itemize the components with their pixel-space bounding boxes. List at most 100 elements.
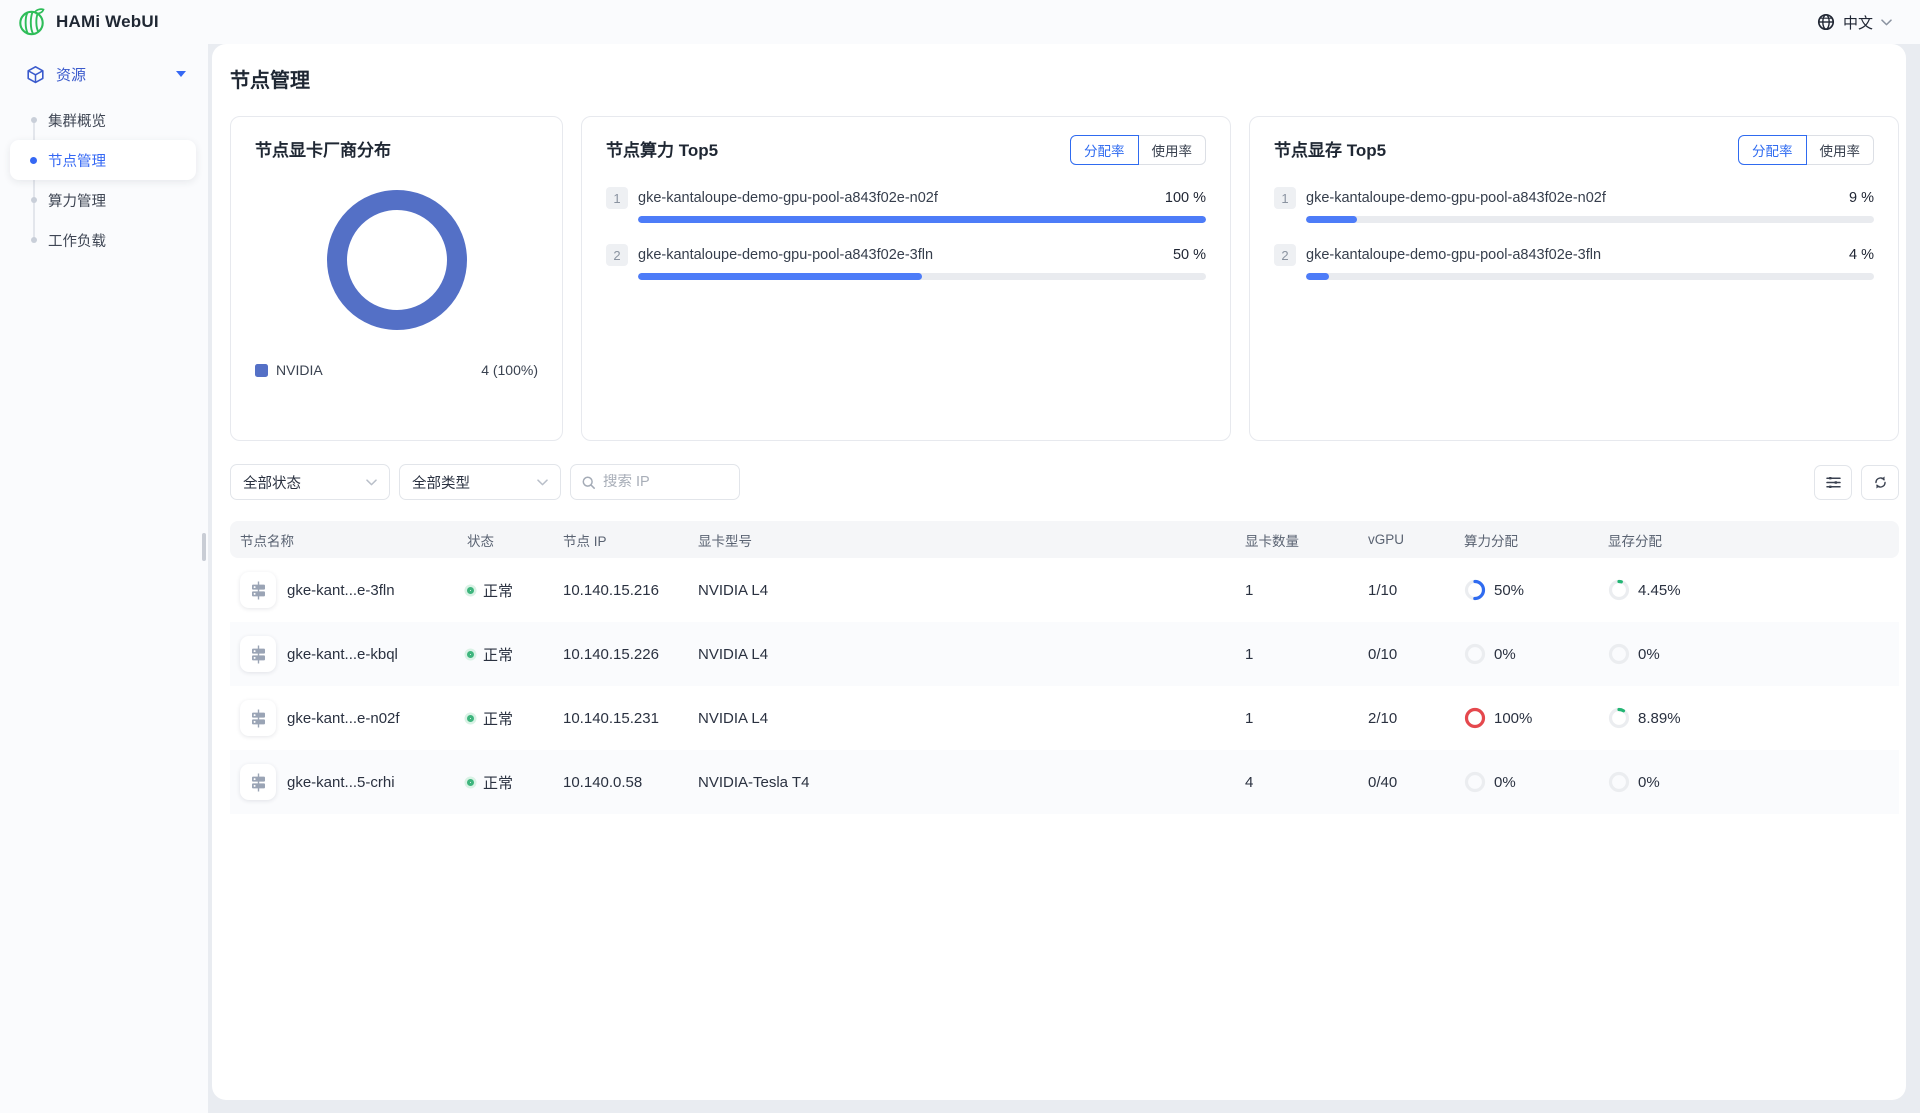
- column-header-1: 状态: [451, 521, 547, 558]
- vgpu-cell: 1/10: [1352, 558, 1448, 622]
- memory-alloc-value: 8.89%: [1638, 710, 1681, 727]
- sidebar-item-1[interactable]: 节点管理: [10, 140, 196, 180]
- rank-badge: 2: [1274, 244, 1296, 266]
- node-icon-box: [240, 636, 276, 672]
- compute-alloc-value: 0%: [1494, 646, 1516, 663]
- tree-dot-icon: [31, 237, 37, 243]
- sidebar-item-label: 节点管理: [48, 150, 106, 171]
- compute-top5-list: 1gke-kantaloupe-demo-gpu-pool-a843f02e-n…: [606, 187, 1206, 280]
- chevron-down-icon: [1881, 19, 1892, 26]
- top-bar: HAMi WebUI 中文: [0, 0, 1920, 44]
- ring-gauge-icon: [1608, 771, 1630, 793]
- ip-search-input[interactable]: [603, 474, 729, 490]
- refresh-button[interactable]: [1861, 465, 1899, 500]
- node-name-cell[interactable]: gke-kant...e-n02f: [287, 710, 400, 727]
- top5-row: 1gke-kantaloupe-demo-gpu-pool-a843f02e-n…: [606, 187, 1206, 223]
- sidebar-menu: 集群概览节点管理算力管理工作负载: [0, 100, 208, 260]
- status-label: 正常: [483, 708, 513, 729]
- node-table: 节点名称状态节点 IP显卡型号显卡数量vGPU算力分配显存分配 gke-kant…: [230, 521, 1899, 814]
- gpu-count-cell: 1: [1229, 558, 1352, 622]
- column-header-7: 显存分配: [1592, 521, 1899, 558]
- gpu-count-cell: 1: [1229, 622, 1352, 686]
- node-name: gke-kantaloupe-demo-gpu-pool-a843f02e-3f…: [1306, 247, 1839, 263]
- table-row-1[interactable]: gke-kant...e-kbql正常10.140.15.226NVIDIA L…: [230, 622, 1899, 686]
- compute-alloc-value: 50%: [1494, 582, 1524, 599]
- node-name-cell[interactable]: gke-kant...5-crhi: [287, 774, 395, 791]
- compute-alloc-cell: 0%: [1464, 643, 1576, 665]
- node-ip-cell: 10.140.0.58: [547, 750, 682, 814]
- node-ip-cell: 10.140.15.231: [547, 686, 682, 750]
- node-ip-cell: 10.140.15.226: [547, 622, 682, 686]
- sidebar-item-0[interactable]: 集群概览: [10, 100, 196, 140]
- node-icon-box: [240, 764, 276, 800]
- tree-dot-icon: [31, 197, 37, 203]
- column-header-4: 显卡数量: [1229, 521, 1352, 558]
- memory-top5-card: 节点显存 Top5 分配率使用率 1gke-kantaloupe-demo-gp…: [1249, 116, 1899, 441]
- node-icon-box: [240, 700, 276, 736]
- table-row-2[interactable]: gke-kant...e-n02f正常10.140.15.231NVIDIA L…: [230, 686, 1899, 750]
- refresh-icon: [1872, 474, 1889, 491]
- gpu-vendor-card: 节点显卡厂商分布 NVIDIA 4 (100%): [230, 116, 563, 441]
- toggle-active-button[interactable]: 分配率: [1738, 135, 1807, 165]
- type-filter-select[interactable]: 全部类型: [399, 464, 561, 500]
- status-label: 正常: [483, 772, 513, 793]
- ring-gauge-icon: [1608, 707, 1630, 729]
- top5-row: 2 gke-kantaloupe-demo-gpu-pool-a843f02e-3…: [1274, 244, 1874, 280]
- memory-alloc-cell: 4.45%: [1608, 579, 1883, 601]
- ring-gauge-icon: [1608, 643, 1630, 665]
- top5-row: 1 gke-kantaloupe-demo-gpu-pool-a843f02e-n…: [1274, 187, 1874, 223]
- toggle-inactive-button[interactable]: 使用率: [1806, 135, 1875, 165]
- sidebar-item-2[interactable]: 算力管理: [10, 180, 196, 220]
- vgpu-cell: 0/40: [1352, 750, 1448, 814]
- language-label: 中文: [1843, 12, 1873, 33]
- ip-search-box: [570, 464, 740, 500]
- globe-icon: [1817, 13, 1835, 31]
- sidebar-resize-handle[interactable]: [202, 533, 206, 561]
- compute-rate-toggle: 分配率使用率: [1070, 135, 1206, 165]
- memory-alloc-cell: 0%: [1608, 771, 1883, 793]
- node-name-cell[interactable]: gke-kant...e-kbql: [287, 646, 398, 663]
- compute-alloc-cell: 0%: [1464, 771, 1576, 793]
- legend-label: NVIDIA: [276, 362, 323, 378]
- status-ok-icon: [467, 715, 474, 722]
- sidebar-item-3[interactable]: 工作负载: [10, 220, 196, 260]
- node-name-cell[interactable]: gke-kant...e-3fln: [287, 582, 395, 599]
- toggle-inactive-button[interactable]: 使用率: [1138, 135, 1207, 165]
- language-selector[interactable]: 中文: [1817, 12, 1892, 33]
- node-ip-cell: 10.140.15.216: [547, 558, 682, 622]
- rank-badge: 1: [1274, 187, 1296, 209]
- sidebar-group-resources[interactable]: 资源: [0, 56, 208, 92]
- type-filter-value: 全部类型: [412, 472, 470, 493]
- hami-logo-icon: [18, 7, 47, 37]
- node-name: gke-kantaloupe-demo-gpu-pool-a843f02e-3f…: [638, 247, 1163, 263]
- summary-cards: 节点显卡厂商分布 NVIDIA 4 (100%) 节点算力 Top5 分配率使用…: [230, 116, 1899, 441]
- memory-alloc-cell: 0%: [1608, 643, 1883, 665]
- node-name: gke-kantaloupe-demo-gpu-pool-a843f02e-n0…: [1306, 190, 1839, 206]
- column-settings-button[interactable]: [1814, 465, 1852, 500]
- column-header-5: vGPU: [1352, 521, 1448, 558]
- top5-row: 2gke-kantaloupe-demo-gpu-pool-a843f02e-3…: [606, 244, 1206, 280]
- percent-value: 100 %: [1165, 190, 1206, 206]
- status-filter-select[interactable]: 全部状态: [230, 464, 390, 500]
- percent-value: 50 %: [1173, 247, 1206, 263]
- chevron-down-icon: [366, 479, 377, 486]
- ring-gauge-icon: [1464, 643, 1486, 665]
- toggle-active-button[interactable]: 分配率: [1070, 135, 1139, 165]
- table-row-0[interactable]: gke-kant...e-3fln正常10.140.15.216NVIDIA L…: [230, 558, 1899, 622]
- main-area: 节点管理 节点显卡厂商分布 NVIDIA 4 (100%) 节点算力 Top5 …: [208, 44, 1920, 1113]
- table-row-3[interactable]: gke-kant...5-crhi正常10.140.0.58NVIDIA-Tes…: [230, 750, 1899, 814]
- compute-alloc-cell: 100%: [1464, 707, 1576, 729]
- page-title: 节点管理: [230, 44, 1899, 116]
- column-header-3: 显卡型号: [682, 521, 1229, 558]
- column-header-0: 节点名称: [230, 521, 451, 558]
- vgpu-cell: 0/10: [1352, 622, 1448, 686]
- progress-bar: [1306, 273, 1874, 280]
- progress-bar: [1306, 216, 1874, 223]
- memory-top5-list: 1 gke-kantaloupe-demo-gpu-pool-a843f02e-n…: [1274, 187, 1874, 280]
- sidebar-item-label: 算力管理: [48, 190, 106, 211]
- filter-bar: 全部状态 全部类型: [230, 464, 1899, 500]
- node-server-icon: [249, 581, 268, 600]
- progress-bar: [638, 216, 1206, 223]
- gpu-model-cell: NVIDIA L4: [682, 558, 1229, 622]
- gpu-count-cell: 4: [1229, 750, 1352, 814]
